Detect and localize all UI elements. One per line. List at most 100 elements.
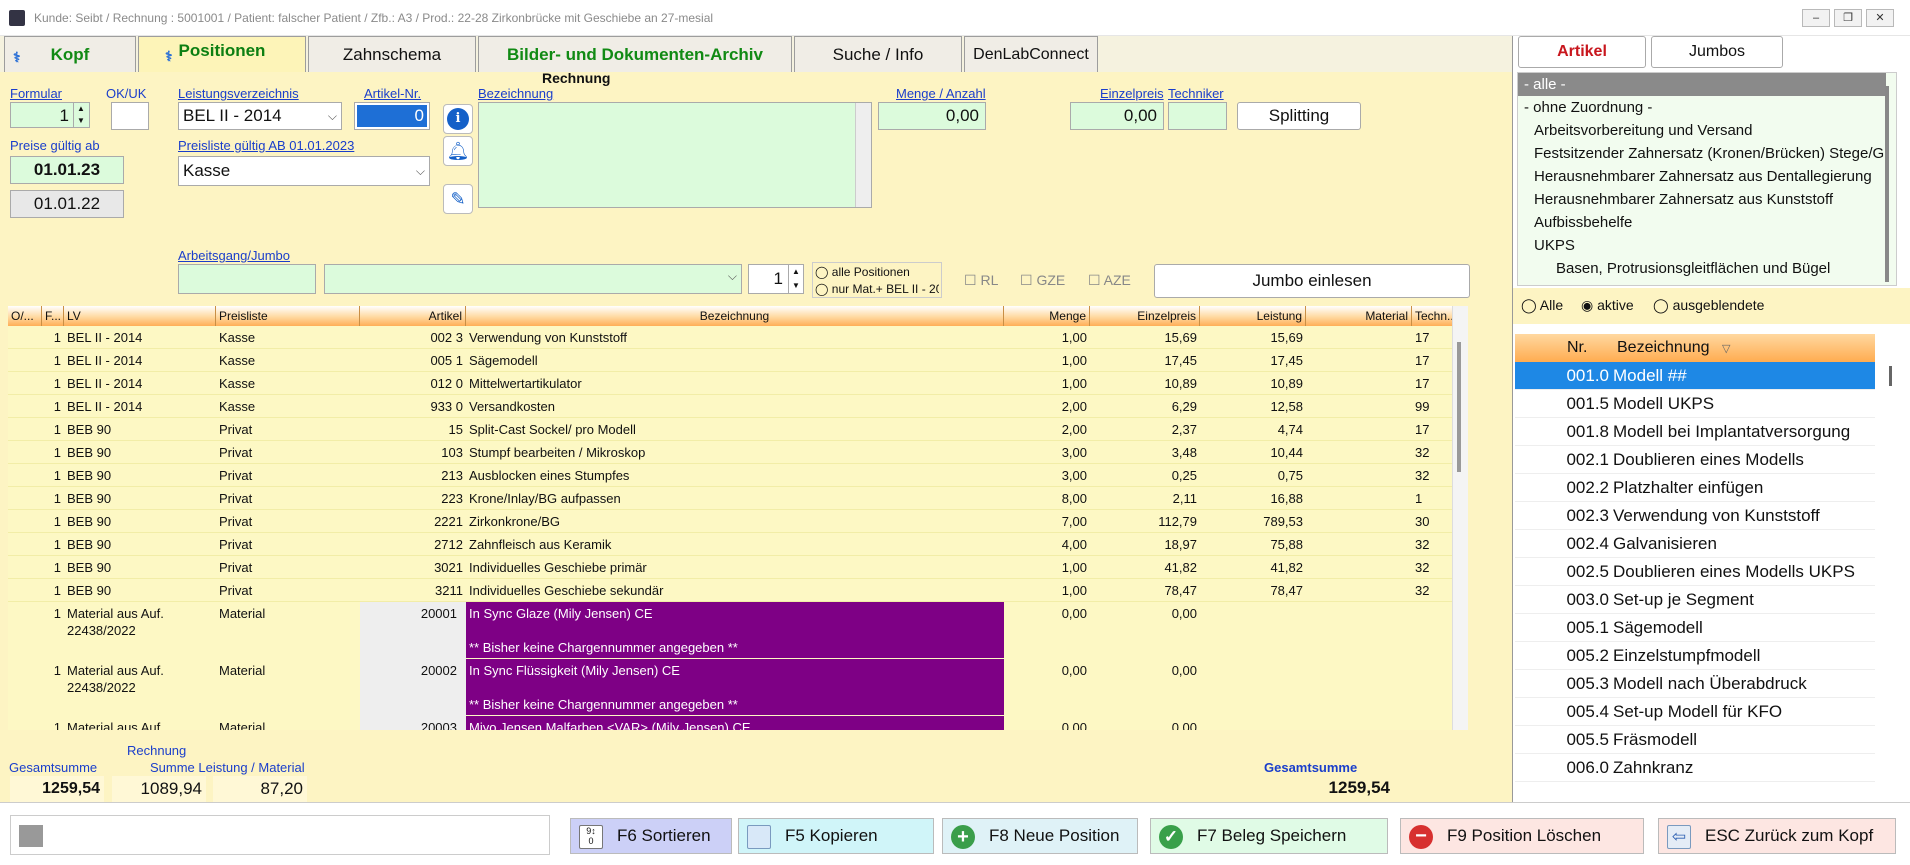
article-list-item[interactable]: 001.0 Modell ## [1515,362,1875,390]
material-row[interactable]: 1 Material aus Auf. 22438/2022 Material 2000… [8,602,1452,659]
okuk-field[interactable] [111,102,149,130]
tree-item[interactable]: Herausnehmbarer Zahnersatz aus Kunststof… [1534,188,1833,211]
column-header-10[interactable]: Techn... [1412,306,1452,326]
jumbo-einlesen-button[interactable]: Jumbo einlesen [1154,264,1470,298]
tab-jumbos[interactable]: Jumbos [1651,36,1783,68]
article-list-item[interactable]: 002.5 Doublieren eines Modells UKPS [1515,558,1875,586]
rl-checkbox[interactable]: ☐ RL [964,272,998,289]
tree-item[interactable]: Basen, Protrusionsgleitflächen und Bügel [1556,257,1830,280]
table-scrollbar[interactable] [1452,306,1468,730]
tab-artikel[interactable]: Artikel [1518,36,1646,68]
info-button[interactable]: i [443,104,473,134]
back-to-kopf-button[interactable]: ⇦ ESC Zurück zum Kopf [1658,818,1896,854]
column-header-0[interactable]: O/... [8,306,42,326]
table-row[interactable]: 1 BEL II - 2014 Kasse 933 0 Versandkosten 2,0… [8,395,1452,418]
edit-note-button[interactable]: ✎ [443,184,473,214]
tab-kopf[interactable]: ⚕ Kopf [4,36,136,72]
stepper-arrows[interactable]: ▲ ▼ [788,265,803,293]
tab-zahnschema[interactable]: Zahnschema [308,36,476,72]
radio-alle-positionen[interactable]: ◯ alle Positionen [815,265,910,279]
save-button[interactable]: ✓ F7 Beleg Speichern [1150,818,1388,854]
article-list-item[interactable]: 001.5 Modell UKPS [1515,390,1875,418]
gze-checkbox[interactable]: ☐ GZE [1020,272,1065,289]
filter-aktive[interactable]: ◉ aktive [1581,297,1634,314]
jumbo-select[interactable]: ⌵ [324,264,742,294]
article-list-item[interactable]: 005.3 Modell nach Überabdruck [1515,670,1875,698]
column-header-8[interactable]: Leistung [1200,306,1306,326]
table-row[interactable]: 1 BEB 90 Privat 3211 Individuelles Geschiebe… [8,579,1452,602]
table-row[interactable]: 1 BEL II - 2014 Kasse 012 0 Mittelwertartiku… [8,372,1452,395]
filter-alle[interactable]: ◯ Alle [1521,297,1563,314]
table-row[interactable]: 1 BEB 90 Privat 103 Stumpf bearbeiten / Mikr… [8,441,1452,464]
aze-checkbox[interactable]: ☐ AZE [1088,272,1131,289]
splitting-button[interactable]: Splitting [1237,102,1361,130]
copy-button[interactable]: F5 Kopieren [738,818,934,854]
article-list-item[interactable]: 005.2 Einzelstumpfmodell [1515,642,1875,670]
tree-item[interactable]: Aufbissbehelfe [1534,211,1632,234]
column-header-4[interactable]: Artikel [360,306,466,326]
artikel-field[interactable]: 0 [354,102,430,130]
column-header-6[interactable]: Menge [1004,306,1090,326]
tree-item[interactable]: - alle - [1518,73,1886,96]
article-list-item[interactable]: 002.2 Platzhalter einfügen [1515,474,1875,502]
alarm-button[interactable]: 🔔︎ [443,136,473,166]
material-row[interactable]: 1 Material aus Auf. 22438/2022 Material 2000… [8,659,1452,716]
lv-select[interactable]: BEL II - 2014 ⌵ [178,102,342,130]
maximize-button[interactable]: ❐ [1834,9,1862,27]
tab-positionen[interactable]: ⚕ Positionen [138,36,306,74]
bezeichnung-textarea[interactable] [478,102,872,208]
table-row[interactable]: 1 BEB 90 Privat 3021 Individuelles Geschiebe… [8,556,1452,579]
table-row[interactable]: 1 BEB 90 Privat 2221 Zirkonkrone/BG 7,00 112,7… [8,510,1452,533]
material-row[interactable]: 1 Material aus Auf. Material 20003 Miyo Jens… [8,716,1452,730]
list-header-bezeichnung[interactable]: Bezeichnung ▽ [1615,334,1875,362]
tree-item[interactable]: Herausnehmbarer Zahnersatz aus Dentalleg… [1534,165,1872,188]
column-header-5[interactable]: Bezeichnung [466,306,1004,326]
article-list-item[interactable]: 005.4 Set-up Modell für KFO [1515,698,1875,726]
article-list-item[interactable]: 002.4 Galvanisieren [1515,530,1875,558]
preise-date-previous[interactable]: 01.01.22 [10,190,124,218]
table-row[interactable]: 1 BEB 90 Privat 2712 Zahnfleisch aus Keramik… [8,533,1452,556]
list-header-nr[interactable]: Nr. [1515,334,1615,362]
tree-item[interactable]: UKPS [1534,234,1575,257]
scrollbar-thumb[interactable] [1457,342,1461,472]
einzelpreis-field[interactable]: 0,00 [1070,102,1164,130]
column-header-3[interactable]: Preisliste [216,306,360,326]
stepper-arrows[interactable]: ▲ ▼ [73,103,88,127]
column-header-1[interactable]: F... [42,306,64,326]
article-list-item[interactable]: 005.5 Fräsmodell [1515,726,1875,754]
close-button[interactable]: ✕ [1866,9,1894,27]
article-list-item[interactable]: 005.1 Sägemodell [1515,614,1875,642]
table-row[interactable]: 1 BEB 90 Privat 15 Split-Cast Sockel/ pro Mo… [8,418,1452,441]
textarea-scrollbar[interactable] [855,103,871,207]
tab-archiv[interactable]: Bilder- und Dokumenten-Archiv [478,36,792,72]
table-row[interactable]: 1 BEB 90 Privat 223 Krone/Inlay/BG aufpassen… [8,487,1452,510]
delete-position-button[interactable]: − F9 Position Löschen [1400,818,1644,854]
article-list-item[interactable]: 002.1 Doublieren eines Modells [1515,446,1875,474]
techniker-field[interactable] [1168,102,1227,130]
table-row[interactable]: 1 BEL II - 2014 Kasse 002 3 Verwendung von K… [8,326,1452,349]
filter-ausgeblendete[interactable]: ◯ ausgeblendete [1653,297,1764,314]
article-list-item[interactable]: 006.0 Zahnkranz [1515,754,1875,782]
preisliste-select[interactable]: Kasse ⌵ [178,156,430,186]
list-scrollbar[interactable] [1889,366,1892,386]
table-row[interactable]: 1 BEB 90 Privat 213 Ausblocken eines Stumpfe… [8,464,1452,487]
tree-item[interactable]: - ohne Zuordnung - [1524,96,1652,119]
table-row[interactable]: 1 BEL II - 2014 Kasse 005 1 Sägemodell 1,00 17… [8,349,1452,372]
column-header-9[interactable]: Material [1306,306,1412,326]
article-list-item[interactable]: 002.3 Verwendung von Kunststoff [1515,502,1875,530]
minimize-button[interactable]: – [1802,9,1830,27]
article-list-item[interactable]: 001.8 Modell bei Implantatversorgung [1515,418,1875,446]
tab-suche-info[interactable]: Suche / Info [794,36,962,72]
radio-nur-material[interactable]: ◯ nur Mat.+ BEL II - 20 [815,282,939,296]
tab-denlabconnect[interactable]: DenLabConnect [964,36,1098,72]
preise-date-current[interactable]: 01.01.23 [10,156,124,184]
article-list-item[interactable]: 003.0 Set-up je Segment [1515,586,1875,614]
tree-item[interactable]: Arbeitsvorbereitung und Versand [1534,119,1752,142]
column-header-7[interactable]: Einzelpreis [1090,306,1200,326]
menge-field[interactable]: 0,00 [878,102,986,130]
tree-scrollbar[interactable] [1885,86,1889,282]
sort-button[interactable]: 9↕ 0 F6 Sortieren [570,818,732,854]
tree-item[interactable]: Festsitzender Zahnersatz (Kronen/Brücken… [1534,142,1884,165]
column-header-2[interactable]: LV [64,306,216,326]
new-position-button[interactable]: + F8 Neue Position [942,818,1138,854]
